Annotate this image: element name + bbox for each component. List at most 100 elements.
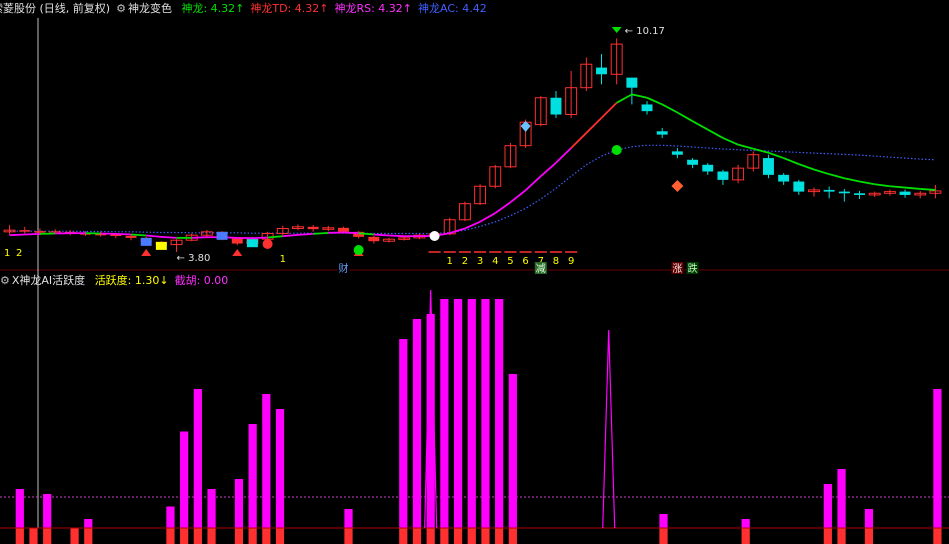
count-label: 9 [568, 256, 574, 267]
activity-base-bar [453, 528, 463, 544]
ma-line-segment [859, 180, 875, 186]
ma-line-segment [297, 232, 314, 236]
activity-base-bar [193, 528, 202, 544]
ma-line-segment [252, 236, 268, 240]
indicator-name: 神龙变色 [127, 2, 172, 15]
gear-icon[interactable]: ⚙ [0, 274, 10, 287]
candle-body-down [717, 171, 729, 180]
activity-base-bar [262, 528, 271, 544]
candle-body-down [899, 191, 911, 195]
candle-body-down [793, 181, 805, 192]
signal-box [155, 241, 167, 250]
ma-line-segment [737, 143, 754, 150]
activity-spike [602, 329, 616, 529]
ma-line-segment [661, 103, 678, 114]
activity-base-bar [426, 528, 435, 544]
green-dot-icon [611, 145, 622, 155]
badge-jian: 减 [536, 263, 546, 275]
face-icon [353, 245, 364, 255]
diamond-icon [671, 180, 684, 192]
activity-bar [933, 389, 942, 544]
ma-line-segment [768, 151, 784, 159]
face-icon [262, 239, 273, 249]
activity-bar [248, 424, 257, 544]
ma-line-segment [373, 233, 390, 237]
activity-base-bar [412, 528, 422, 544]
candle-body-down [854, 193, 865, 195]
ma-line-segment [889, 185, 906, 189]
badge-zhang: 涨 [672, 263, 682, 275]
top-value-1: 神龙TD: 4.32↑ [250, 2, 329, 15]
activity-base-bar [837, 528, 846, 544]
activity-bar [467, 299, 476, 544]
ma-line-segment [692, 120, 709, 131]
activity-bar [481, 299, 490, 544]
activity-base-bar [166, 528, 175, 544]
ma-line-segment [24, 232, 40, 236]
badge-die: 跌 [688, 262, 698, 275]
ma-line-segment [282, 233, 299, 238]
ma-line-segment [631, 93, 648, 99]
ma-line-segment [343, 231, 359, 235]
ma-line-segment [616, 93, 633, 104]
gear-icon[interactable]: ⚙ [116, 2, 126, 15]
signal-box [216, 231, 228, 240]
activity-bar [495, 299, 504, 544]
activity-base-bar [508, 528, 517, 544]
activity-bar [262, 394, 271, 544]
candle-body-down [838, 191, 850, 194]
ma-line-segment [753, 147, 769, 154]
activity-bar [426, 314, 435, 544]
bottom-value-0: 活跃度: 1.30↓ [94, 274, 169, 287]
candle-body-down [550, 97, 562, 115]
activity-base-bar [29, 528, 38, 544]
ma-line-segment [479, 212, 496, 223]
activity-bar [180, 431, 189, 544]
candle-body-down [596, 67, 607, 75]
ma-line-segment [920, 188, 936, 191]
top-panel-header: 索菱股份 (日线, 前复权) ⚙ 神龙变色 神龙: 4.32↑ 神龙TD: 4.32↑… [0, 0, 499, 18]
early-count-label: 1 [4, 248, 10, 259]
ma-line-segment [540, 162, 557, 177]
activity-base-bar [180, 528, 189, 544]
candle-body-down [338, 227, 349, 232]
ma-line-segment [828, 173, 845, 180]
stock-title: 索菱股份 (日线, 前复权) [0, 2, 111, 15]
ma-line-segment [464, 220, 481, 230]
activity-base-bar [823, 528, 832, 544]
candle-body-down [125, 235, 137, 238]
activity-base-bar [481, 528, 490, 544]
ma-line-segment [191, 236, 207, 239]
high-marker-icon [611, 27, 622, 33]
candle-body-down [231, 238, 243, 244]
early-count-label: 2 [16, 248, 22, 259]
ma-line-segment [600, 102, 618, 119]
badge-cai: 财 [338, 262, 348, 275]
activity-base-bar [248, 528, 257, 544]
activity-base-bar [275, 528, 285, 544]
activity-bar [193, 389, 202, 544]
ma-line-segment [555, 147, 572, 164]
count-label: 3 [477, 256, 483, 267]
ma-line-segment [874, 183, 890, 188]
activity-bar [508, 374, 517, 544]
ma-line-segment [813, 168, 830, 176]
top-value-3: 神龙AC: 4.42 [418, 2, 487, 15]
top-value-2: 神龙RS: 4.32↑ [334, 2, 413, 15]
activity-base-bar [495, 528, 504, 544]
count-label: 5 [507, 256, 513, 267]
activity-base-bar [864, 528, 874, 544]
activity-bar [275, 409, 285, 544]
bottom-panel-header: ⚙ X神龙AI活跃度 活跃度: 1.30↓ 截胡: 0.00 [0, 272, 240, 290]
mid-count-label: 1 [280, 254, 286, 265]
ma-line-segment [509, 189, 527, 204]
candle-body-down [656, 131, 668, 135]
candle-body-down [671, 151, 683, 155]
activity-base-bar [344, 528, 353, 544]
candle-body-down [368, 236, 380, 242]
high-price-label: ← 10.17 [625, 26, 665, 37]
ma-line-segment [146, 234, 162, 238]
ma-line-segment [646, 96, 663, 106]
bottom-value-1: 截胡: 0.00 [174, 274, 229, 287]
ma-line-segment [525, 175, 542, 191]
